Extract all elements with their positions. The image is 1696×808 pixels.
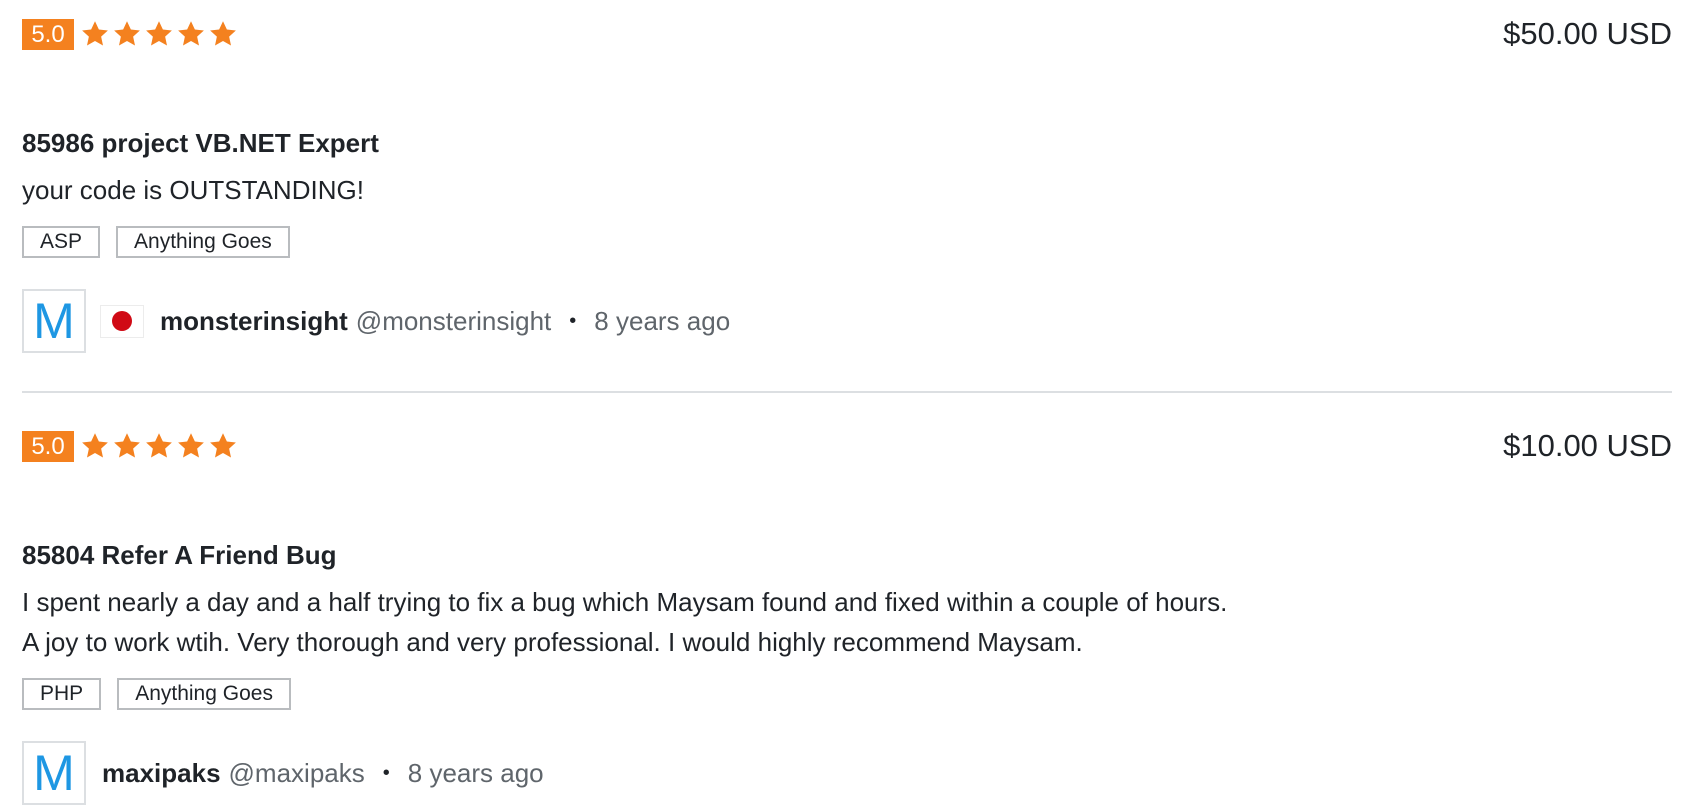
avatar[interactable]: M [22,741,86,805]
review-card: 5.0 $10.00 USD 85804 Refer A Friend Bug … [22,430,1672,805]
separator-dot: • [569,309,577,332]
reviewer-info: M maxipaks @maxipaks • 8 years ago [22,741,1672,805]
review-time: 8 years ago [594,305,731,336]
project-price: $50.00 USD [1503,16,1672,51]
skill-tags: PHP Anything Goes [22,678,1672,710]
japan-flag-icon [100,304,144,338]
star-icon [178,21,204,46]
skill-tag[interactable]: Anything Goes [116,226,290,258]
project-price: $10.00 USD [1503,428,1672,463]
star-icon [210,433,236,458]
review-text: I spent nearly a day and a half trying t… [22,587,1228,657]
avatar[interactable]: M [22,289,86,353]
rating-stars [80,19,238,49]
project-title[interactable]: 85804 Refer A Friend Bug [22,538,1672,572]
review-text: your code is OUTSTANDING! [22,175,364,205]
review-divider [22,391,1672,393]
review-time: 8 years ago [407,757,544,788]
review-card: 5.0 $50.00 USD 85986 project VB.NET Expe… [22,18,1672,353]
review-header: 5.0 $50.00 USD [22,18,1672,50]
reviewer-username[interactable]: maxipaks [102,758,221,789]
skill-tag[interactable]: Anything Goes [117,678,291,710]
rating-score: 5.0 [22,18,74,50]
review-header: 5.0 $10.00 USD [22,430,1672,462]
project-title[interactable]: 85986 project VB.NET Expert [22,126,1672,160]
separator-dot: • [382,761,390,784]
star-icon [210,21,236,46]
star-icon [114,433,140,458]
reviewer-username[interactable]: monsterinsight [160,306,348,337]
star-icon [146,21,172,46]
skill-tag[interactable]: PHP [22,678,102,710]
reviewer-handle: @maxipaks [228,757,365,788]
star-icon [82,21,108,46]
reviewer-handle: @monsterinsight [355,305,552,336]
star-icon [114,21,140,46]
reviewer-info: M monsterinsight @monsterinsight • 8 yea… [22,289,1672,353]
skill-tags: ASP Anything Goes [22,226,1672,258]
skill-tag[interactable]: ASP [22,226,101,258]
star-icon [82,433,108,458]
reviews-page: 5.0 $50.00 USD 85986 project VB.NET Expe… [0,0,1696,808]
star-icon [178,433,204,458]
rating-stars [80,431,238,461]
star-icon [146,433,172,458]
rating-score: 5.0 [22,430,74,462]
